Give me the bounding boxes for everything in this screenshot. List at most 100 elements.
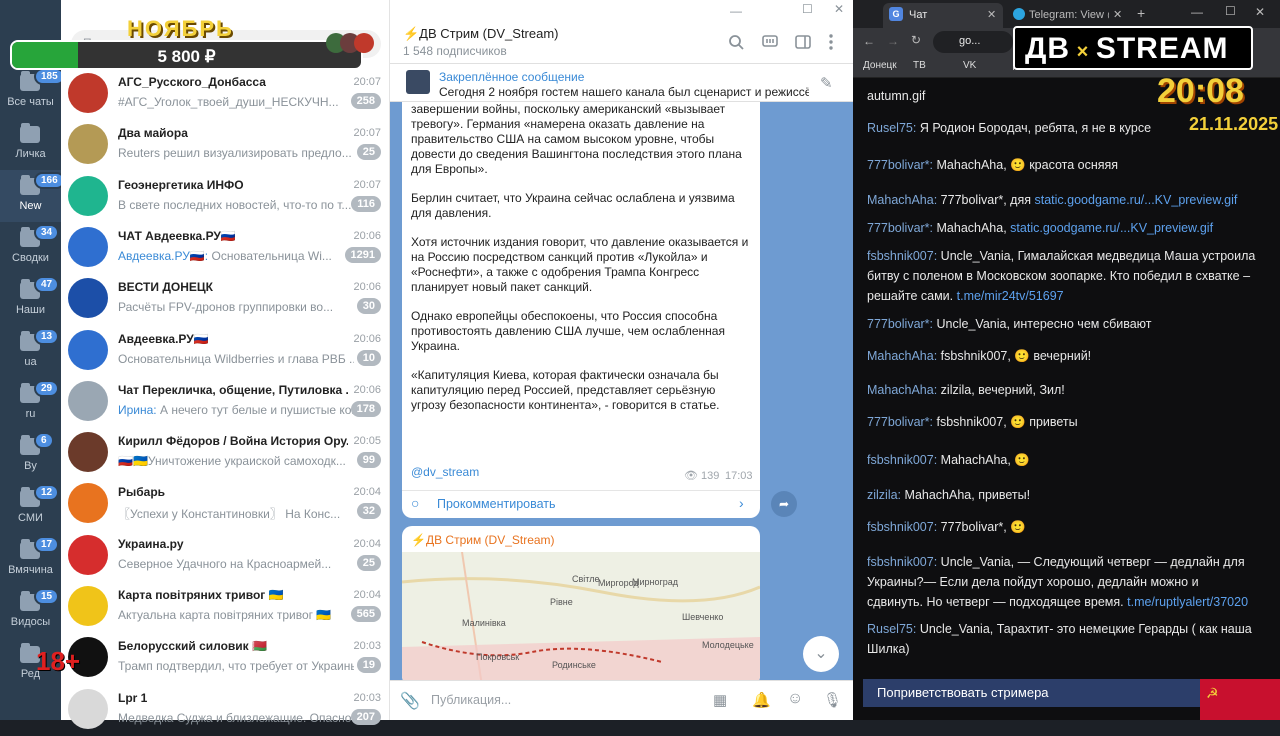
unread-badge: 34 bbox=[34, 224, 60, 241]
chat-row[interactable]: Кирилл Фёдоров / Война История Ору... 20:… bbox=[61, 428, 390, 479]
search-icon[interactable] bbox=[728, 34, 744, 50]
chat-preview: Авдеевка.РУ🇷🇺: Основательница Wi... bbox=[118, 249, 354, 263]
chat-row[interactable]: Карта повітряних тривог 🇺🇦 20:04 Актуальна… bbox=[61, 582, 390, 633]
chat-username[interactable]: fsbshnik007: bbox=[867, 520, 937, 534]
folder-ua[interactable]: ua 13 bbox=[0, 326, 61, 378]
chat-text: Uncle_Vania, интересно чем сбивают bbox=[936, 317, 1152, 331]
post-paragraph: Хотя источник издания говорит, что давле… bbox=[411, 235, 749, 294]
chat-username[interactable]: zilzila: bbox=[867, 488, 901, 502]
chat-preview-text: Медведка Суджа и близлежащие. Опасност..… bbox=[118, 710, 354, 725]
comment-button[interactable]: ○ Прокомментировать › bbox=[402, 491, 760, 518]
folder-new[interactable]: New 166 bbox=[0, 170, 65, 222]
chat-row[interactable]: Геоэнергетика ИНФО 20:07 В свете последних… bbox=[61, 172, 390, 223]
chat-row[interactable]: ЧАТ Авдеевка.РУ🇷🇺 20:06 Авдеевка.РУ🇷🇺: Осн… bbox=[61, 223, 390, 274]
bookmark-item[interactable]: VK bbox=[963, 60, 976, 71]
unread-count: 30 bbox=[356, 298, 381, 315]
chat-text: 777bolivar*, 🙂 bbox=[940, 520, 1026, 534]
folder-видосы[interactable]: Видосы 15 bbox=[0, 586, 61, 638]
chat-preview-text: В свете последних новостей, что-то по т.… bbox=[118, 197, 352, 212]
chat-link[interactable]: t.me/ruptlyalert/37020 bbox=[1127, 595, 1248, 609]
chat-link[interactable]: static.goodgame.ru/...KV_preview.gif bbox=[1010, 221, 1213, 235]
chat-username[interactable]: 777bolivar*: bbox=[867, 221, 933, 235]
chat-name: Два майора bbox=[118, 126, 188, 141]
share-button[interactable]: ➦ bbox=[771, 491, 797, 517]
bookmark-item[interactable]: ТВ bbox=[913, 60, 926, 71]
chat-row[interactable]: Чат Перекличка, общение, Путиловка ... 20… bbox=[61, 377, 390, 428]
folder-все-чаты[interactable]: Все чаты 185 bbox=[0, 66, 65, 118]
browser-window: G Чат ✕ Telegram: View @sha ✕ + — ☐ ✕ ← … bbox=[853, 0, 1280, 720]
channel-header[interactable]: ⚡ДВ Стрим (DV_Stream) 1 548 подписчиков … bbox=[390, 0, 853, 64]
reload-icon[interactable]: ↻ bbox=[911, 33, 921, 47]
unread-badge: 17 bbox=[34, 536, 60, 553]
bookmark-item[interactable]: Донецк bbox=[863, 60, 897, 71]
more-menu-icon[interactable] bbox=[827, 34, 835, 50]
avatar bbox=[68, 73, 108, 113]
folder-by[interactable]: By 6 bbox=[0, 430, 61, 482]
folder-вмячина[interactable]: Вмячина 17 bbox=[0, 534, 61, 586]
chat-username[interactable]: Rusel75: bbox=[867, 622, 916, 636]
chat-username[interactable]: 777bolivar*: bbox=[867, 415, 933, 429]
unread-badge: 29 bbox=[34, 380, 60, 397]
close-icon[interactable]: ✕ bbox=[987, 8, 996, 21]
chat-row[interactable]: Украина.ру 20:04 Северное Удачного на Крас… bbox=[61, 531, 390, 582]
folder-сводки[interactable]: Сводки 34 bbox=[0, 222, 61, 274]
chat-username[interactable]: 777bolivar*: bbox=[867, 317, 933, 331]
chat-row[interactable]: Два майора 20:07 Reuters решил визуализиро… bbox=[61, 120, 390, 171]
stream-date: 21.11.2025 bbox=[1189, 114, 1279, 134]
folder-сми[interactable]: СМИ 12 bbox=[0, 482, 61, 534]
folder-личка[interactable]: Личка bbox=[0, 118, 61, 170]
scroll-down-button[interactable]: ⌄ bbox=[803, 636, 839, 672]
chat-preview: 〖Успехи у Константиновки〗 На Конс... bbox=[118, 505, 354, 522]
maximize-icon[interactable]: ☐ bbox=[1225, 4, 1236, 18]
chat-time: 20:07 bbox=[353, 76, 381, 88]
folder-icon bbox=[20, 123, 40, 143]
chat-username[interactable]: MahachAha: bbox=[867, 193, 937, 207]
chat-message: 777bolivar*: MahachAha, 🙂 красота осняяя bbox=[867, 155, 1257, 175]
emoji-icon[interactable]: ☺ bbox=[787, 690, 803, 708]
chat-preview-sender: Авдеевка.РУ🇷🇺: bbox=[118, 248, 209, 263]
chat-username[interactable]: fsbshnik007: bbox=[867, 555, 937, 569]
tab-telegram[interactable]: Telegram: View @sha ✕ bbox=[1009, 3, 1129, 28]
post-hashtag-link[interactable]: @dv_stream bbox=[411, 465, 479, 479]
age-rating: 18+ bbox=[36, 646, 81, 676]
chat-row[interactable]: Авдеевка.РУ🇷🇺 20:06 Основательница Wildber… bbox=[61, 326, 390, 377]
schedule-icon[interactable]: ▦ bbox=[713, 691, 727, 709]
chat-username[interactable]: fsbshnik007: bbox=[867, 249, 937, 263]
comment-icon: ○ bbox=[411, 495, 420, 511]
sidebar-toggle-icon[interactable] bbox=[795, 34, 811, 50]
unpin-icon[interactable]: ✎ bbox=[820, 74, 833, 92]
chat-row[interactable]: ВЕСТИ ДОНЕЦК 20:06 Расчёты FPV-дронов груп… bbox=[61, 274, 390, 325]
chat-name: ЧАТ Авдеевка.РУ🇷🇺 bbox=[118, 228, 236, 243]
close-icon[interactable]: ✕ bbox=[1255, 5, 1265, 19]
chat-username[interactable]: Rusel75: bbox=[867, 121, 916, 135]
folder-ru[interactable]: ru 29 bbox=[0, 378, 61, 430]
compose-input[interactable]: Публикация... bbox=[431, 693, 511, 707]
chat-time: 20:06 bbox=[353, 281, 381, 294]
chat-row[interactable]: Рыбарь 20:04 〖Успехи у Константиновки〗 На … bbox=[61, 479, 390, 530]
chat-link[interactable]: t.me/mir24tv/51697 bbox=[957, 289, 1064, 303]
unread-count: 99 bbox=[356, 452, 381, 469]
microphone-icon[interactable]: 🎙 bbox=[823, 691, 842, 709]
window-controls[interactable]: — ☐ ✕ bbox=[730, 2, 850, 18]
attach-icon[interactable]: 📎 bbox=[400, 691, 420, 711]
chat-link[interactable]: static.goodgame.ru/...KV_preview.gif bbox=[1034, 193, 1237, 207]
pinned-message-bar[interactable]: Закреплённое сообщение Сегодня 2 ноября … bbox=[390, 64, 853, 102]
map-image[interactable]: Світле Миргород Рівне Малинівка Покровськ Род… bbox=[402, 552, 760, 686]
chat-row[interactable]: АГС_Русского_Донбасса 20:07 #АГС_Уголок_тв… bbox=[61, 69, 390, 120]
chat-username[interactable]: MahachAha: bbox=[867, 383, 937, 397]
back-icon[interactable]: ← bbox=[863, 34, 875, 48]
chat-username[interactable]: fsbshnik007: bbox=[867, 453, 937, 467]
chat-username[interactable]: MahachAha: bbox=[867, 349, 937, 363]
comments-icon[interactable] bbox=[762, 34, 778, 50]
chat-username[interactable]: 777bolivar*: bbox=[867, 158, 933, 172]
close-icon[interactable]: ✕ bbox=[1113, 8, 1122, 21]
bell-icon[interactable]: 🔔 bbox=[752, 691, 771, 709]
tab-chat[interactable]: G Чат ✕ bbox=[883, 3, 1003, 28]
url-field[interactable]: go... bbox=[933, 31, 1013, 53]
chat-row[interactable]: Lpr 1 20:03 Медведка Суджа и близлежащие. … bbox=[61, 685, 390, 736]
new-tab-icon[interactable]: + bbox=[1137, 5, 1145, 21]
chat-row[interactable]: Белорусский силовик 🇧🇾 20:03 Трамп подтвер… bbox=[61, 633, 390, 684]
forward-icon[interactable]: → bbox=[887, 34, 899, 48]
minimize-icon[interactable]: — bbox=[1191, 5, 1203, 19]
folder-наши[interactable]: Наши 47 bbox=[0, 274, 61, 326]
